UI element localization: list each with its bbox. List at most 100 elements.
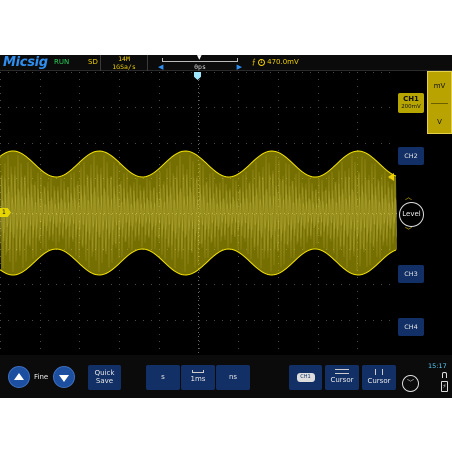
trigger-level-knob[interactable]: Level (399, 202, 424, 227)
grid-dot (183, 72, 184, 73)
ch2-button[interactable]: CH2 (398, 147, 424, 165)
grid-dot (0, 143, 1, 144)
center-axis-dot (198, 308, 199, 309)
center-axis-dot (198, 80, 199, 81)
chevron-down-icon[interactable]: ﹀ (405, 228, 412, 235)
quick-save-button[interactable]: Quick Save (88, 365, 121, 390)
expand-menu-button[interactable]: ﹀ (402, 375, 419, 392)
grid-dot (254, 284, 255, 285)
grid-dot (199, 136, 200, 137)
grid-dot (40, 93, 41, 94)
grid-dot (357, 107, 358, 108)
acquisition-mode[interactable]: SD (88, 58, 98, 67)
grid-dot (71, 143, 72, 144)
grid-dot (373, 143, 374, 144)
grid-dot (151, 72, 152, 73)
grid-dot (183, 143, 184, 144)
trigger-summary[interactable]: ⨍ 1 470.0mV (252, 58, 299, 67)
grid-dot (199, 150, 200, 151)
grid-dot (40, 334, 41, 335)
trigger-level-arrow-icon[interactable] (388, 173, 394, 181)
grid-dot (199, 348, 200, 349)
grid-dot (40, 305, 41, 306)
grid-dot (79, 107, 80, 108)
grid-dot (286, 72, 287, 73)
grid-dot (278, 150, 279, 151)
lock-icon[interactable] (442, 372, 447, 378)
grid-dot (71, 320, 72, 321)
grid-dot (222, 143, 223, 144)
center-axis-dot (198, 148, 199, 149)
grid-dot (262, 72, 263, 73)
grid-dot (151, 320, 152, 321)
grid-dot (238, 284, 239, 285)
grid-dot (79, 93, 80, 94)
ch1-button[interactable]: CH1 200mV (398, 93, 424, 113)
grid-dot (199, 313, 200, 314)
ch4-button[interactable]: CH4 (398, 318, 424, 336)
center-axis-dot (198, 280, 199, 281)
center-axis-dot (198, 300, 199, 301)
grid-dot (357, 129, 358, 130)
waveform-grid[interactable]: 1 (0, 72, 397, 355)
grid-dot (119, 107, 120, 108)
timebase-nanoseconds-button[interactable]: ns (216, 365, 250, 390)
scale-unit-panel[interactable]: mV V (427, 71, 452, 134)
fine-down-button[interactable] (53, 366, 75, 388)
unit-v-option[interactable]: V (428, 118, 451, 126)
chevron-down-icon: ﹀ (407, 379, 414, 387)
acquisition-info[interactable]: 14M 1GSa/s (100, 55, 148, 71)
grid-dot (40, 122, 41, 123)
grid-dot (381, 72, 382, 73)
grid-dot (318, 263, 319, 264)
grid-dot (238, 348, 239, 349)
grid-dot (365, 143, 366, 144)
grid-dot (167, 72, 168, 73)
grid-dot (357, 143, 358, 144)
chevron-up-icon[interactable]: ︿ (405, 194, 412, 201)
center-axis-dot (198, 288, 199, 289)
grid-dot (71, 107, 72, 108)
grid-dot (191, 107, 192, 108)
timebase-seconds-button[interactable]: s (146, 365, 180, 390)
grid-dot (159, 72, 160, 73)
horizontal-cursor-button[interactable]: Cursor (325, 365, 359, 390)
grid-dot (238, 320, 239, 321)
grid-dot (159, 291, 160, 292)
grid-dot (262, 143, 263, 144)
grid-dot (381, 143, 382, 144)
scroll-right-icon[interactable]: ▶ (237, 63, 242, 71)
grid-dot (32, 284, 33, 285)
vertical-cursor-button[interactable]: Cursor (362, 365, 396, 390)
grid-dot (79, 284, 80, 285)
run-status[interactable]: RUN (54, 58, 69, 67)
grid-dot (318, 100, 319, 101)
grid-dot (246, 72, 247, 73)
source-select-button[interactable]: CH1 (289, 365, 322, 390)
ch3-button[interactable]: CH3 (398, 265, 424, 283)
grid-dot (238, 79, 239, 80)
grid-dot (318, 72, 319, 73)
grid-dot (111, 143, 112, 144)
grid-dot (24, 72, 25, 73)
timebase-value-button[interactable]: 1ms (181, 365, 215, 390)
grid-dot (238, 100, 239, 101)
grid-dot (318, 79, 319, 80)
grid-dot (357, 86, 358, 87)
grid-dot (56, 143, 57, 144)
grid-dot (310, 72, 311, 73)
grid-dot (191, 320, 192, 321)
horizontal-overview[interactable]: ▼ ◀ 0ps ▶ (158, 55, 242, 71)
grid-dot (357, 79, 358, 80)
memory-depth: 14M (118, 55, 130, 63)
grid-dot (103, 107, 104, 108)
grid-dot (302, 72, 303, 73)
grid-dot (199, 305, 200, 306)
unit-mv-option[interactable]: mV (428, 82, 451, 90)
grid-dot (357, 334, 358, 335)
fine-up-button[interactable] (8, 366, 30, 388)
grid-dot (341, 107, 342, 108)
grid-dot (318, 129, 319, 130)
grid-dot (206, 284, 207, 285)
grid-dot (389, 320, 390, 321)
